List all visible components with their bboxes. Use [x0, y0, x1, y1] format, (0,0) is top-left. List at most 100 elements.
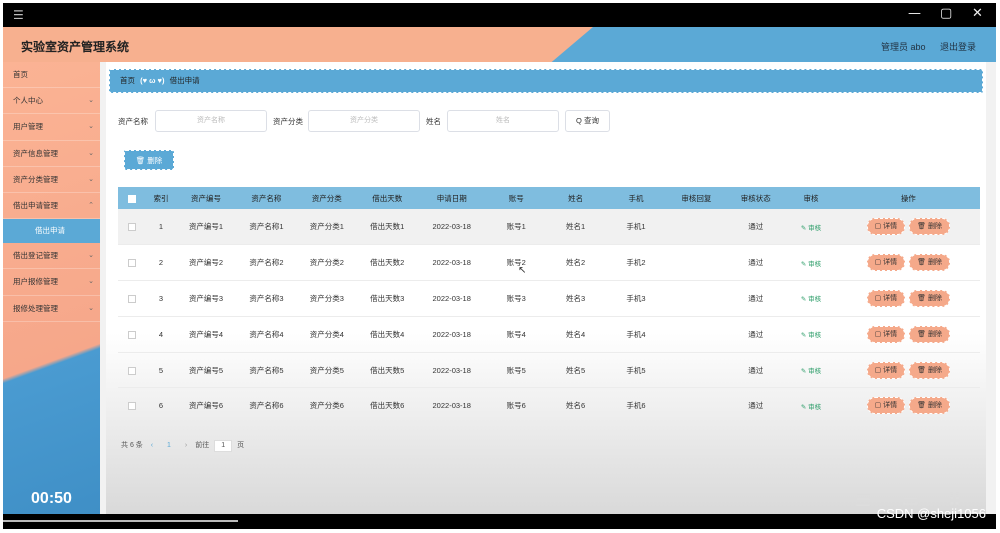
asset-name-label: 资产名称: [118, 117, 148, 126]
pager-next[interactable]: ›: [185, 442, 187, 449]
audit-link[interactable]: ✎ 审核: [801, 332, 821, 339]
cell-type: 资产分类5: [309, 365, 344, 375]
table-row[interactable]: 6 资产编号6 资产名称6 资产分类6 借出天数6 2022-03-18 账号6 姓名6 手机6…: [118, 388, 980, 424]
delete-button[interactable]: 🗑 删除: [909, 325, 951, 343]
cell-code: 资产编号1: [188, 222, 224, 232]
pager-goto-label: 前往: [195, 442, 210, 449]
cell-phone: 手机3: [626, 293, 646, 303]
audit-link[interactable]: ✎ 审核: [801, 368, 821, 375]
col-loan-days: 借出天数: [372, 193, 403, 203]
select-all-checkbox[interactable]: [128, 194, 137, 203]
row-checkbox[interactable]: [128, 223, 137, 232]
cell-days: 借出天数5: [370, 365, 405, 375]
table-row[interactable]: 2 资产编号2 资产名称2 资产分类2 借出天数2 2022-03-18 账号2 姓名2 手机2…: [118, 245, 980, 281]
batch-delete-button[interactable]: 🗑 删除: [124, 150, 174, 170]
table-row[interactable]: 3 资产编号3 资产名称3 资产分类3 借出天数3 2022-03-18 账号3 姓名3 手机3…: [118, 281, 980, 317]
delete-button[interactable]: 🗑 删除: [909, 397, 951, 415]
sidebar-item-loan-register[interactable]: 借出登记管理 ⌄: [3, 243, 100, 270]
chevron-down-icon: ⌄: [88, 175, 94, 183]
cell-code: 资产编号2: [188, 258, 224, 268]
detail-button[interactable]: ▢ 详情: [866, 397, 906, 415]
cell-days: 借出天数6: [370, 401, 405, 411]
row-checkbox[interactable]: [128, 295, 137, 303]
main-content: 首页 (♥ ω ♥) 借出申请 资产名称 资产名称 资产分类 资产分类 姓名 姓…: [106, 62, 986, 514]
sidebar-item-asset-info[interactable]: 资产信息管理 ⌄: [3, 141, 100, 167]
restore-icon[interactable]: ▢: [940, 6, 952, 21]
cell-name: 资产名称3: [249, 293, 284, 303]
hamburger-menu-icon[interactable]: ☰: [13, 8, 24, 22]
cell-person: 姓名6: [565, 401, 586, 411]
query-button[interactable]: Q 查询: [565, 110, 610, 132]
row-checkbox[interactable]: [128, 402, 137, 411]
window-titlebar: ☰ — ▢ ✕: [3, 3, 996, 27]
audit-link[interactable]: ✎ 审核: [801, 225, 821, 232]
app-window: 实验室资产管理系统 管理员 abo 退出登录 首页 个人中心 ⌄ 用户管理 ⌄ 资产…: [3, 27, 996, 514]
sidebar-item-home[interactable]: 首页: [3, 62, 100, 89]
cell-account: 账号5: [506, 365, 526, 375]
detail-button[interactable]: ▢ 详情: [866, 289, 906, 307]
sidebar-subitem-loan-request[interactable]: 借出申请: [3, 219, 100, 244]
chevron-down-icon: ⌄: [88, 97, 94, 105]
cell-phone: 手机5: [626, 365, 646, 375]
asset-name-input[interactable]: 资产名称: [155, 110, 267, 132]
pager-prev[interactable]: ‹: [151, 442, 153, 449]
cell-days: 借出天数3: [370, 293, 405, 303]
sidebar-item-users[interactable]: 用户管理 ⌄: [3, 114, 100, 141]
col-phone: 手机: [628, 193, 644, 203]
delete-button[interactable]: 🗑 删除: [909, 254, 951, 272]
loan-request-table: 索引 资产编号 资产名称 资产分类 借出天数 申请日期 账号 姓名 手机 审核回…: [118, 187, 980, 424]
cell-code: 资产编号3: [188, 293, 224, 303]
video-progress-bar[interactable]: [3, 514, 996, 529]
list-icon[interactable]: ☰: [855, 490, 871, 511]
pager-current-page[interactable]: 1: [167, 442, 171, 449]
sidebar-item-asset-types[interactable]: 资产分类管理 ⌄: [3, 167, 100, 193]
delete-button[interactable]: 🗑 删除: [909, 289, 951, 307]
delete-button[interactable]: 🗑 删除: [909, 218, 951, 236]
row-checkbox[interactable]: [128, 259, 137, 268]
cell-code: 资产编号4: [188, 329, 224, 339]
sidebar-item-loan-requests[interactable]: 借出申请管理 ⌃: [3, 193, 100, 220]
sidebar-item-repair-handling[interactable]: 报修处理管理 ⌄: [3, 296, 100, 322]
cell-date: 2022-03-18: [432, 258, 471, 268]
table-row[interactable]: 5 资产编号5 资产名称5 资产分类5 借出天数5 2022-03-18 账号5 姓名5 手机5…: [118, 352, 980, 388]
current-user: 管理员 abo: [880, 42, 926, 52]
sidebar-item-repair-reports[interactable]: 用户报修管理 ⌄: [3, 269, 100, 296]
cell-idx: 2: [158, 258, 164, 268]
logout-link[interactable]: 退出登录: [940, 42, 976, 52]
mouse-cursor-icon: ↖: [518, 265, 527, 276]
pager-total: 共 6 条: [121, 442, 143, 449]
cell-person: 姓名4: [565, 329, 586, 339]
cell-code: 资产编号5: [188, 365, 224, 375]
audit-link[interactable]: ✎ 审核: [801, 261, 821, 268]
close-icon[interactable]: ✕: [972, 6, 983, 21]
pager-goto-input[interactable]: 1: [214, 440, 233, 452]
person-name-label: 姓名: [426, 117, 441, 126]
cell-status: 通过: [748, 329, 764, 339]
audit-link[interactable]: ✎ 审核: [801, 296, 821, 303]
sidebar-item-profile[interactable]: 个人中心 ⌄: [3, 88, 100, 115]
col-person: 姓名: [568, 193, 584, 203]
detail-button[interactable]: ▢ 详情: [866, 361, 906, 379]
row-checkbox[interactable]: [128, 366, 137, 375]
person-name-input[interactable]: 姓名: [447, 110, 559, 132]
chevron-down-icon: ⌄: [88, 252, 94, 260]
table-row[interactable]: 4 资产编号4 资产名称4 资产分类4 借出天数4 2022-03-18 账号4 姓名4 手机4…: [118, 316, 980, 353]
col-asset-name: 资产名称: [251, 193, 282, 203]
col-actions: 操作: [900, 193, 916, 203]
row-checkbox[interactable]: [128, 330, 137, 339]
cell-type: 资产分类1: [309, 222, 344, 232]
cell-date: 2022-03-18: [432, 329, 471, 339]
cell-idx: 1: [158, 222, 164, 232]
detail-button[interactable]: ▢ 详情: [866, 218, 906, 236]
audit-link[interactable]: ✎ 审核: [801, 404, 821, 411]
minimize-icon[interactable]: —: [908, 6, 921, 21]
detail-button[interactable]: ▢ 详情: [866, 325, 906, 343]
asset-type-input[interactable]: 资产分类: [308, 110, 420, 132]
breadcrumb-home[interactable]: 首页: [120, 76, 135, 85]
cell-account: 账号6: [506, 401, 526, 411]
table-row[interactable]: 1 资产编号1 资产名称1 资产分类1 借出天数1 2022-03-18 账号1 姓名1 手机1…: [118, 209, 980, 245]
delete-button[interactable]: 🗑 删除: [909, 361, 951, 379]
detail-button[interactable]: ▢ 详情: [866, 254, 906, 272]
cell-person: 姓名5: [565, 365, 586, 375]
cell-name: 资产名称5: [249, 365, 284, 375]
